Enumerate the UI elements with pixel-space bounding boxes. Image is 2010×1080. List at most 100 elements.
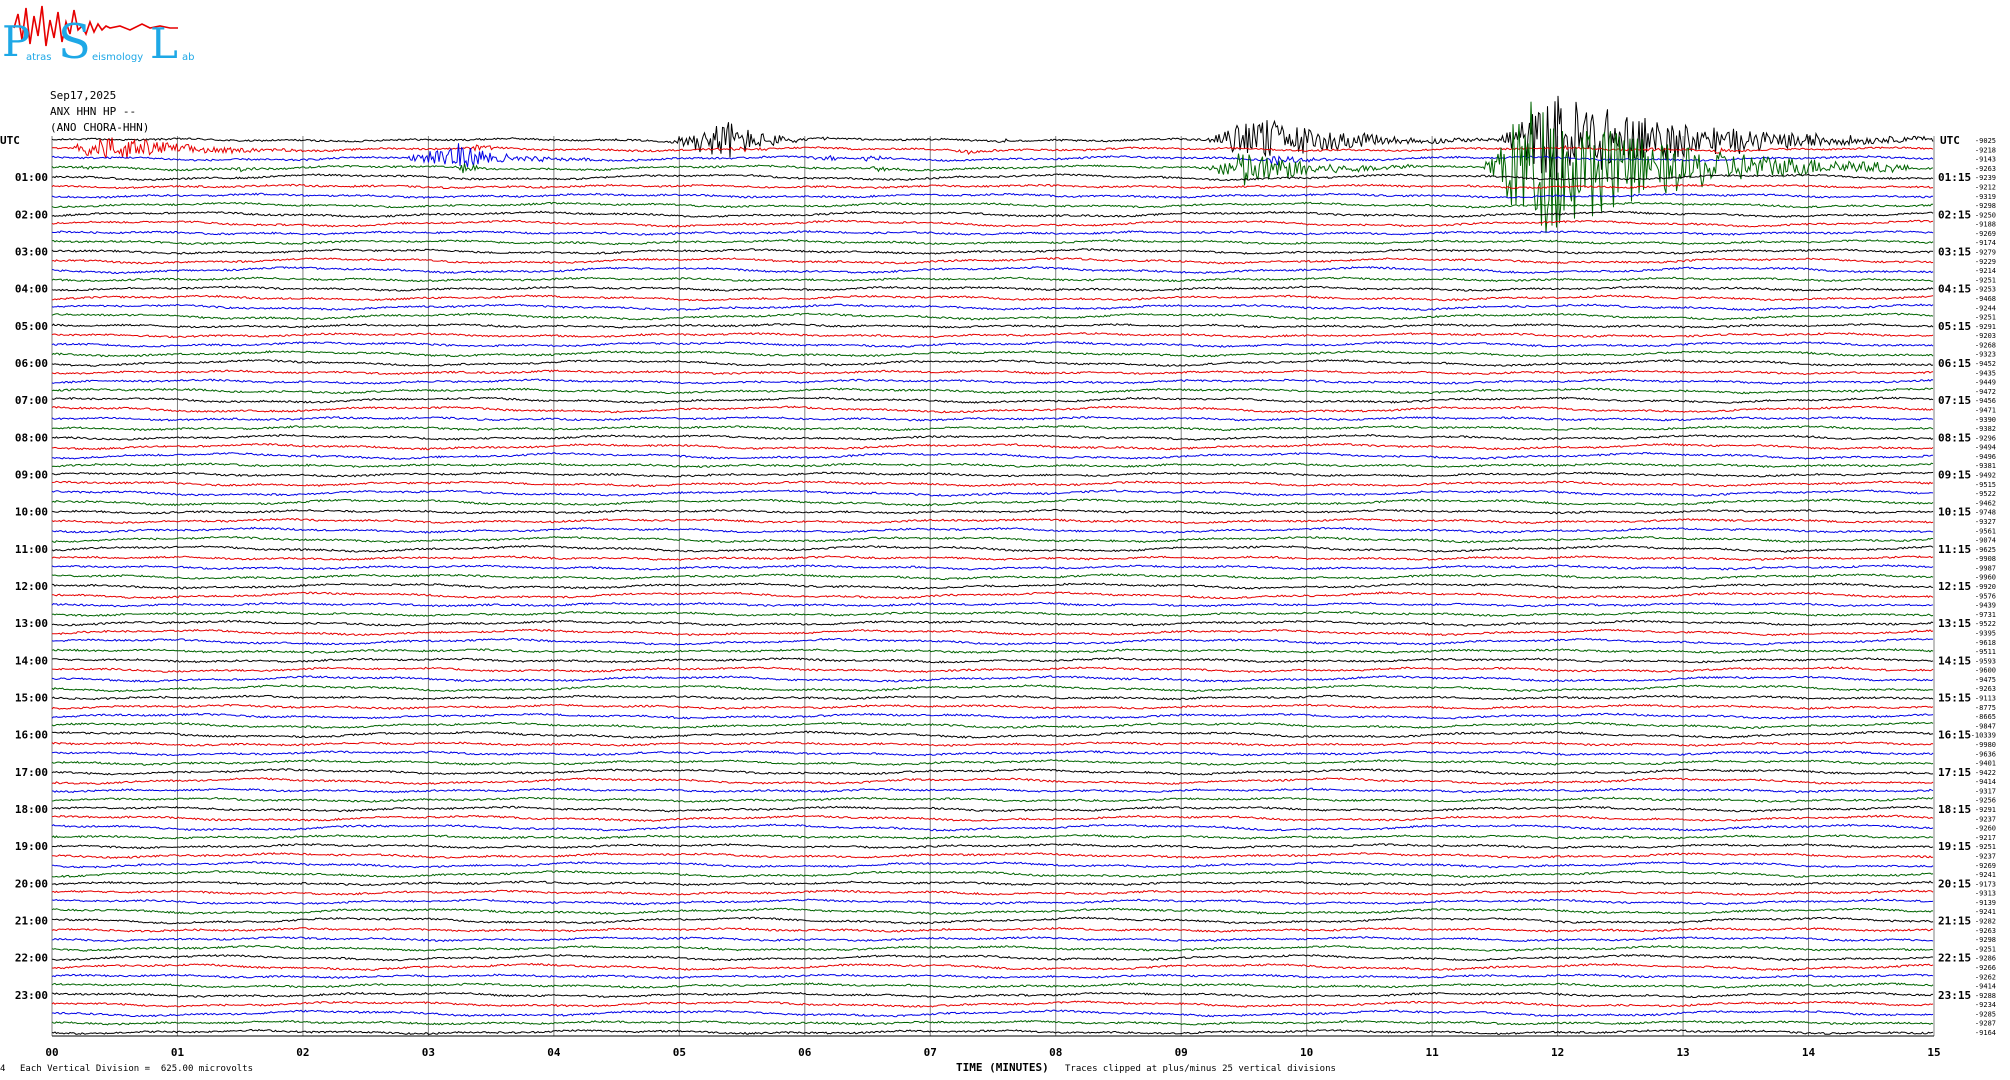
trace-offset-label: -9203 [1975,332,1996,340]
trace-offset-label: -9960 [1975,574,1996,582]
seismic-trace [51,750,1934,757]
trace-offset-label: -9317 [1975,787,1996,795]
seismic-trace [51,433,1934,441]
left-hour-label: 07:00 [15,394,48,407]
seismic-trace [51,712,1934,720]
left-hour-label: 21:00 [15,915,48,928]
right-hour-label: 15:15 [1938,692,1971,705]
seismic-trace [51,657,1934,664]
seismic-trace [51,926,1934,933]
seismic-trace [51,535,1934,544]
left-hour-label: 13:00 [15,617,48,630]
left-hour-label: 02:00 [15,208,48,221]
seismic-trace [51,861,1934,869]
trace-offset-label: -10339 [1971,732,1996,740]
seismic-trace [51,741,1934,747]
trace-offset-label: -9422 [1975,769,1996,777]
seismic-trace [51,526,1933,534]
seismic-trace [51,684,1934,693]
trace-offset-label: -9256 [1975,797,1996,805]
seismic-trace [51,332,1934,339]
x-tick-label: 12 [1551,1046,1564,1059]
seismic-trace [51,973,1934,980]
trace-offset-label: -9439 [1975,602,1996,610]
left-hour-label: 08:00 [15,431,48,444]
seismic-trace [51,982,1934,989]
trace-offset-label: -9462 [1975,499,1996,507]
seismic-trace [51,173,1934,182]
trace-offset-label: -9908 [1975,555,1996,563]
trace-offset-label: -9468 [1975,295,1996,303]
left-hour-label: 05:00 [15,320,48,333]
seismic-trace [51,378,1934,385]
seismic-trace [51,425,1934,432]
seismic-trace [51,777,1934,786]
left-hour-label: 20:00 [15,877,48,890]
right-hour-label: 12:15 [1938,580,1971,593]
right-hour-label: 13:15 [1938,617,1971,630]
trace-offset-label: -9268 [1975,341,1996,349]
seismic-trace [51,601,1934,608]
seismic-trace [51,229,1934,236]
seismic-trace [51,796,1934,803]
trace-offset-label: -9600 [1975,667,1996,675]
trace-offset-label: -9456 [1975,397,1996,405]
seismic-trace [51,675,1934,683]
seismic-trace [51,1000,1934,1008]
seismic-trace [51,805,1934,813]
seismic-trace [52,451,1934,460]
trace-offset-label: -9401 [1975,760,1996,768]
seismic-trace [51,759,1934,766]
trace-offset-label: -9074 [1975,537,1996,545]
trace-offset-label: -9217 [1975,834,1996,842]
trace-offset-label: -9263 [1975,685,1996,693]
x-tick-label: 10 [1300,1046,1313,1059]
trace-offset-label: -9188 [1975,221,1996,229]
seismic-trace [51,648,1934,654]
trace-offset-label: -9618 [1975,639,1996,647]
trace-offset-label: -9214 [1975,267,1996,275]
trace-offset-label: -9253 [1975,286,1996,294]
seismic-trace [51,880,1934,887]
seismic-trace [51,387,1934,395]
trace-offset-label: -9164 [1975,1029,1996,1037]
trace-offset-label: -9748 [1975,509,1996,517]
trace-offset-label: -9472 [1975,388,1996,396]
x-tick-label: 09 [1175,1046,1188,1059]
trace-offset-label: -9515 [1975,481,1996,489]
seismic-trace [52,1009,1934,1018]
right-utc-title: UTC [1940,134,1960,147]
axis-labels: 00 01 02 03 04 05 06 07 08 09 10 11 12 13 14 15-9025-92… [0,134,1996,1059]
seismic-trace [51,564,1934,571]
trace-offset-label: -9987 [1975,564,1996,572]
seismic-trace [51,666,1934,674]
x-axis-title: TIME (MINUTES) [956,1061,1049,1074]
x-tick-label: 05 [673,1046,686,1059]
left-hour-label: 19:00 [15,840,48,853]
trace-offset-label: -9980 [1975,741,1996,749]
seismic-trace [51,768,1934,776]
seismic-trace [51,498,1934,507]
trace-offset-label: -9286 [1975,955,1996,963]
right-hour-label: 19:15 [1938,840,1971,853]
seismic-trace [51,870,1934,879]
seismic-trace [51,703,1934,711]
left-hour-label: 22:00 [15,952,48,965]
trace-offset-label: -9492 [1975,472,1996,480]
seismic-trace [51,730,1934,739]
trace-offset-label: -9625 [1975,546,1996,554]
seismic-trace [51,369,1934,376]
left-hour-label: 10:00 [15,506,48,519]
seismic-trace [51,266,1934,275]
corner-mark: 4 [0,1064,6,1074]
x-tick-label: 13 [1676,1046,1689,1059]
trace-offset-label: -9522 [1975,620,1996,628]
trace-offset-label: -9279 [1975,249,1996,257]
left-hour-label: 14:00 [15,654,48,667]
seismic-trace [51,312,1934,321]
trace-offset-label: -9452 [1975,360,1996,368]
trace-offset-label: -9251 [1975,314,1996,322]
seismic-trace [51,276,1933,283]
right-hour-label: 16:15 [1938,729,1971,742]
x-tick-label: 14 [1802,1046,1816,1059]
